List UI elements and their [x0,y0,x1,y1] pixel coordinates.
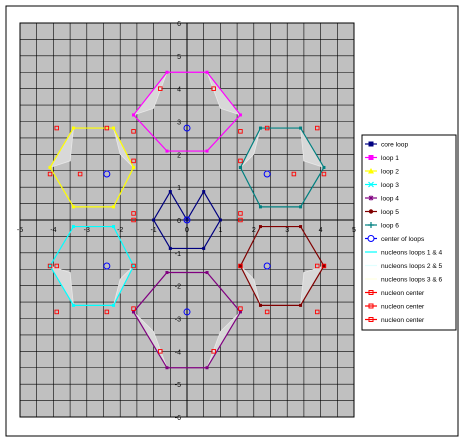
y-tick-label: 0 [177,218,181,225]
series-point [132,113,136,117]
series-point [71,205,75,209]
series-point [205,366,209,370]
series-point [165,271,169,275]
legend-marker-square [368,141,374,147]
x-tick-label: 2 [252,227,256,234]
legend-label: nucleons loops 1 & 4 [381,250,443,257]
y-tick-label: 6 [177,21,181,28]
x-tick-label: -1 [150,227,156,234]
legend-label: loop 5 [381,209,399,216]
series-point [112,205,116,209]
y-tick-label: -6 [175,415,181,422]
y-tick-label: -2 [175,284,181,291]
legend-label: core loop [381,142,408,149]
x-tick-label: 5 [352,227,356,234]
series-point [71,126,75,130]
legend-marker-dot [368,209,374,214]
series-point [112,126,116,130]
x-tick-label: 4 [319,227,323,234]
chart-figure: -5 -4 -3 -2 -1 0 1 2 3 4 5 -6 -5 -4 -3 -2 -1 0 1 2 3 4 5 6 core… [0,0,466,442]
chart-svg: -5 -4 -3 -2 -1 0 1 2 3 4 5 -6 -5 -4 -3 -2 -1 0 1 2 3 4 5 6 core… [5,5,459,437]
series-point [132,264,136,268]
y-tick-label: 4 [177,87,181,94]
legend-label: loop 1 [381,155,399,162]
y-tick-label: 3 [177,120,181,127]
series-point [205,271,209,275]
x-tick-label: -2 [117,227,123,234]
y-tick-label: 1 [177,185,181,192]
series-point [152,218,156,222]
series-point [238,264,242,268]
series-point [218,218,222,222]
x-tick-label: 3 [285,227,289,234]
series-point [71,225,75,229]
y-tick-label: 2 [177,152,181,159]
series-point [48,165,52,169]
legend-label: nucleons loops 3 & 6 [381,277,443,284]
series-point [112,225,116,229]
legend: core loop loop 1 loop 2 loop 3 loop 4 loop 5 l… [361,134,457,331]
y-tick-label: -1 [175,251,181,258]
series-point [238,113,242,117]
x-tick-label: 0 [185,227,189,234]
series-point [299,126,303,130]
legend-label: nucleon center [381,290,425,297]
series-point [205,149,209,153]
series-point [165,70,169,74]
series-point [202,190,206,194]
x-tick-label: 1 [218,227,222,234]
y-tick-label: -3 [175,317,181,324]
legend-label: nucleon center [381,317,425,324]
x-tick-label: -3 [84,227,90,234]
legend-label: nucleons loops 2 & 5 [381,263,443,270]
series-point [299,205,303,209]
series-point [132,165,136,169]
legend-marker-star [368,195,374,201]
series-point [165,366,169,370]
series-point [205,70,209,74]
series-point [299,303,303,307]
legend-label: nucleon center [381,304,425,311]
series-point [202,246,206,250]
y-tick-label: -5 [175,382,181,389]
legend-label: loop 2 [381,169,399,176]
series-point [322,165,326,169]
legend-marker-circle [367,235,375,242]
series-point [299,225,303,229]
legend-label: loop 3 [381,182,399,189]
series-point [322,264,326,268]
series-point [168,190,172,194]
series-point [258,205,262,209]
legend-label: loop 4 [381,196,399,203]
series-point [168,246,172,250]
series-point [258,126,262,130]
series-point [112,303,116,307]
legend-label: center of loops [381,236,425,243]
series-point [185,218,189,222]
y-tick-label: 5 [177,54,181,61]
series-point [258,303,262,307]
series-point [238,165,242,169]
series-point [165,149,169,153]
series-point [71,303,75,307]
plot-area: -5 -4 -3 -2 -1 0 1 2 3 4 5 -6 -5 -4 -3 -2 -1 0 1 2 3 4 5 6 [17,21,356,422]
x-tick-label: -4 [50,227,56,234]
legend-box [361,134,457,331]
series-point [258,225,262,229]
x-tick-label: -5 [17,227,23,234]
legend-marker-square [368,155,374,160]
series-point [48,264,52,268]
y-tick-label: -4 [175,349,181,356]
legend-label: loop 6 [381,223,399,230]
